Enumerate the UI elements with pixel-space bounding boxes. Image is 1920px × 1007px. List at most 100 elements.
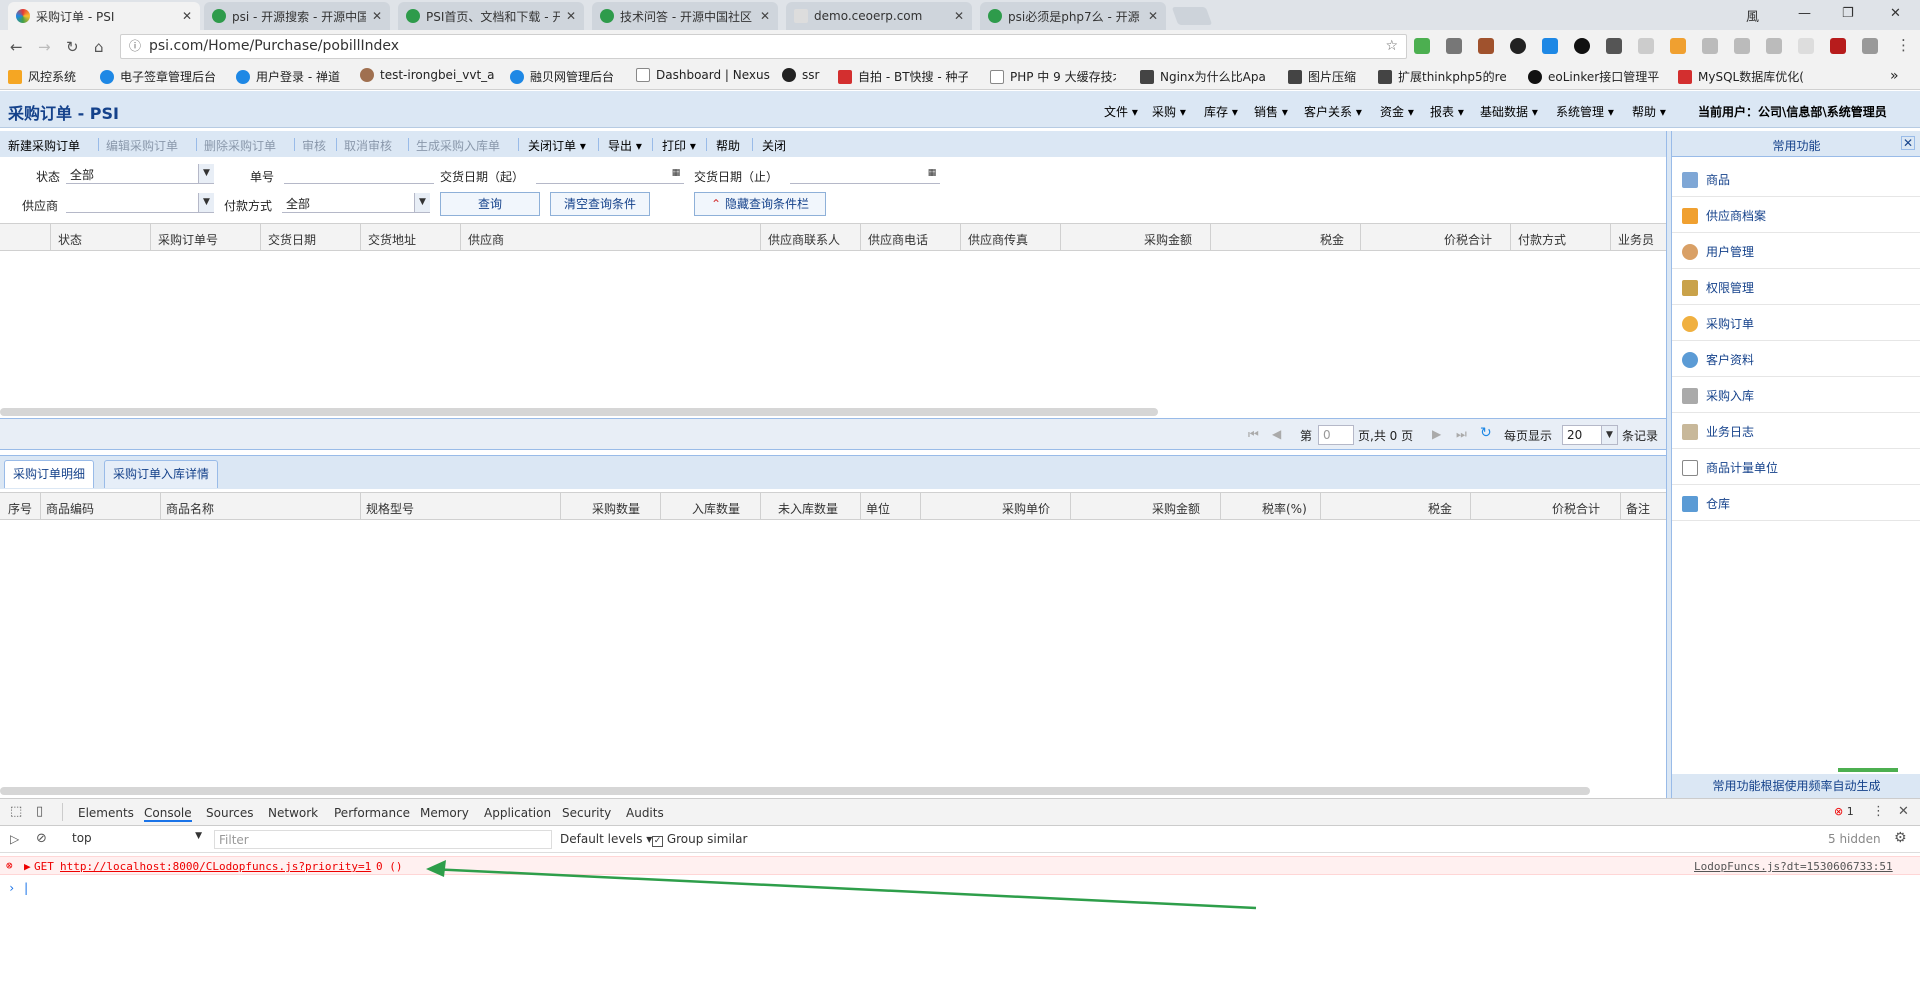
sidebar-item-users[interactable]: 用户管理 [1682, 243, 1754, 260]
column-header[interactable]: 采购订单号 [158, 231, 218, 248]
tab-sources[interactable]: Sources [206, 806, 253, 820]
url-input[interactable]: ⓘ psi.com/Home/Purchase/pobillIndex ☆ [120, 34, 1407, 59]
extension-icon[interactable] [1862, 38, 1878, 54]
menu-inventory[interactable]: 库存 ▾ [1204, 103, 1238, 120]
column-header[interactable]: 交货日期 [268, 231, 316, 248]
extension-icon[interactable] [1798, 38, 1814, 54]
tab-memory[interactable]: Memory [420, 806, 469, 820]
menu-system[interactable]: 系统管理 ▾ [1556, 103, 1614, 120]
extension-icon[interactable] [1542, 38, 1558, 54]
chevron-down-icon[interactable]: ▼ [198, 164, 214, 183]
close-order-button[interactable]: 关闭订单 ▾ [528, 137, 586, 154]
group-similar-checkbox[interactable]: ✓ Group similar [652, 832, 747, 847]
close-icon[interactable]: ✕ [954, 9, 964, 23]
first-page-icon[interactable]: ⏮ [1248, 427, 1259, 442]
close-icon[interactable]: ✕ [1898, 804, 1909, 819]
bookmark-item[interactable]: eoLinker接口管理平 [1528, 68, 1659, 85]
more-icon[interactable]: ⋮ [1872, 804, 1885, 819]
column-header[interactable]: 单位 [866, 500, 890, 517]
menu-reports[interactable]: 报表 ▾ [1430, 103, 1464, 120]
column-header[interactable]: 备注 [1626, 500, 1650, 517]
chevron-down-icon[interactable]: ▼ [1601, 426, 1617, 444]
sidebar-item-customers[interactable]: 客户资料 [1682, 351, 1754, 368]
calendar-icon[interactable]: ▦ [668, 164, 684, 183]
column-header[interactable]: 交货地址 [368, 231, 416, 248]
column-header[interactable]: 采购数量 [592, 500, 640, 517]
column-header[interactable]: 供应商 [468, 231, 504, 248]
bookmark-item[interactable]: MySQL数据库优化( [1678, 68, 1804, 85]
query-button[interactable]: 查询 [440, 192, 540, 216]
minimize-button[interactable]: — [1798, 6, 1811, 21]
more-icon[interactable]: ⋮ [1896, 36, 1911, 54]
extension-icon[interactable] [1734, 38, 1750, 54]
close-icon[interactable]: ✕ [1901, 136, 1915, 150]
audit-button[interactable]: 审核 [302, 137, 326, 154]
star-icon[interactable]: ☆ [1385, 35, 1398, 58]
sidebar-item-purchase-inbound[interactable]: 采购入库 [1682, 387, 1754, 404]
column-header[interactable]: 入库数量 [692, 500, 740, 517]
bookmark-item[interactable]: 融贝网管理后台 [510, 68, 614, 85]
error-count-badge[interactable]: ⊗ 1 [1834, 805, 1854, 818]
menu-funds[interactable]: 资金 ▾ [1380, 103, 1414, 120]
export-button[interactable]: 导出 ▾ [608, 137, 642, 154]
extension-icon[interactable] [1702, 38, 1718, 54]
refresh-icon[interactable]: ↻ [1480, 425, 1492, 441]
browser-tab[interactable]: psi - 开源搜索 - 开源中国 ✕ [204, 2, 390, 30]
close-window-button[interactable]: ✕ [1890, 6, 1901, 21]
column-header[interactable]: 未入库数量 [778, 500, 838, 517]
status-select[interactable]: 全部 ▼ [66, 164, 214, 184]
column-header[interactable]: 状态 [58, 231, 82, 248]
menu-file[interactable]: 文件 ▾ [1104, 103, 1138, 120]
column-header[interactable]: 业务员 [1618, 231, 1654, 248]
browser-tab[interactable]: PSI首页、文档和下载 - 开 ✕ [398, 2, 584, 30]
column-header[interactable]: 价税合计 [1444, 231, 1492, 248]
menu-crm[interactable]: 客户关系 ▾ [1304, 103, 1362, 120]
column-header[interactable]: 采购金额 [1152, 500, 1200, 517]
generate-inbound-button[interactable]: 生成采购入库单 [416, 137, 500, 154]
extension-icon[interactable] [1510, 38, 1526, 54]
bookmark-item[interactable]: 用户登录 - 禅道 [236, 68, 340, 85]
bookmark-item[interactable]: 扩展thinkphp5的re [1378, 68, 1506, 85]
column-header[interactable]: 商品编码 [46, 500, 94, 517]
extension-icon[interactable] [1574, 38, 1590, 54]
tab-performance[interactable]: Performance [334, 806, 410, 820]
gear-icon[interactable]: ⚙ [1894, 830, 1907, 846]
sidebar-toggle-icon[interactable]: ▷ [10, 832, 19, 846]
context-select[interactable]: top ▼ [64, 831, 202, 849]
new-tab-button[interactable] [1171, 7, 1213, 25]
column-header[interactable]: 付款方式 [1518, 231, 1566, 248]
extension-icon[interactable] [1414, 38, 1430, 54]
column-header[interactable]: 税金 [1320, 231, 1344, 248]
bookmark-item[interactable]: Dashboard | Nexus [636, 68, 770, 82]
edit-order-button[interactable]: 编辑采购订单 [106, 137, 178, 154]
menu-help[interactable]: 帮助 ▾ [1632, 103, 1666, 120]
column-header[interactable]: 供应商联系人 [768, 231, 840, 248]
back-icon[interactable]: ← [10, 38, 23, 56]
chevron-right-icon[interactable]: » [1890, 68, 1899, 84]
console-filter-input[interactable]: Filter [214, 830, 552, 849]
clear-query-button[interactable]: 清空查询条件 [550, 192, 650, 216]
extension-icon[interactable] [1446, 38, 1462, 54]
tab-security[interactable]: Security [562, 806, 611, 820]
close-icon[interactable]: ✕ [372, 9, 382, 23]
sidebar-item-permissions[interactable]: 权限管理 [1682, 279, 1754, 296]
hide-query-button[interactable]: ⌃ 隐藏查询条件栏 [694, 192, 826, 216]
close-icon[interactable]: ✕ [1148, 9, 1158, 23]
sidebar-item-goods[interactable]: 商品 [1682, 171, 1730, 188]
menu-sales[interactable]: 销售 ▾ [1254, 103, 1288, 120]
extension-icon[interactable] [1478, 38, 1494, 54]
column-header[interactable]: 采购单价 [1002, 500, 1050, 517]
bookmark-item[interactable]: test-irongbei_vvt_a [360, 68, 495, 82]
forward-icon[interactable]: → [38, 38, 51, 56]
menu-purchase[interactable]: 采购 ▾ [1152, 103, 1186, 120]
page-input[interactable]: 0 [1318, 425, 1354, 445]
extension-icon[interactable] [1830, 38, 1846, 54]
bookmark-item[interactable]: Nginx为什么比Apac [1140, 68, 1266, 85]
deal-date-to-input[interactable]: ▦ [790, 164, 940, 184]
column-header[interactable]: 供应商传真 [968, 231, 1028, 248]
browser-tab[interactable]: 采购订单 - PSI ✕ [8, 2, 200, 30]
help-button[interactable]: 帮助 [716, 137, 740, 154]
error-source-link[interactable]: LodopFuncs.js?dt=1530606733:51 [1694, 860, 1893, 873]
payment-select[interactable]: 全部 ▼ [282, 193, 430, 213]
horizontal-scrollbar[interactable] [0, 408, 1158, 416]
